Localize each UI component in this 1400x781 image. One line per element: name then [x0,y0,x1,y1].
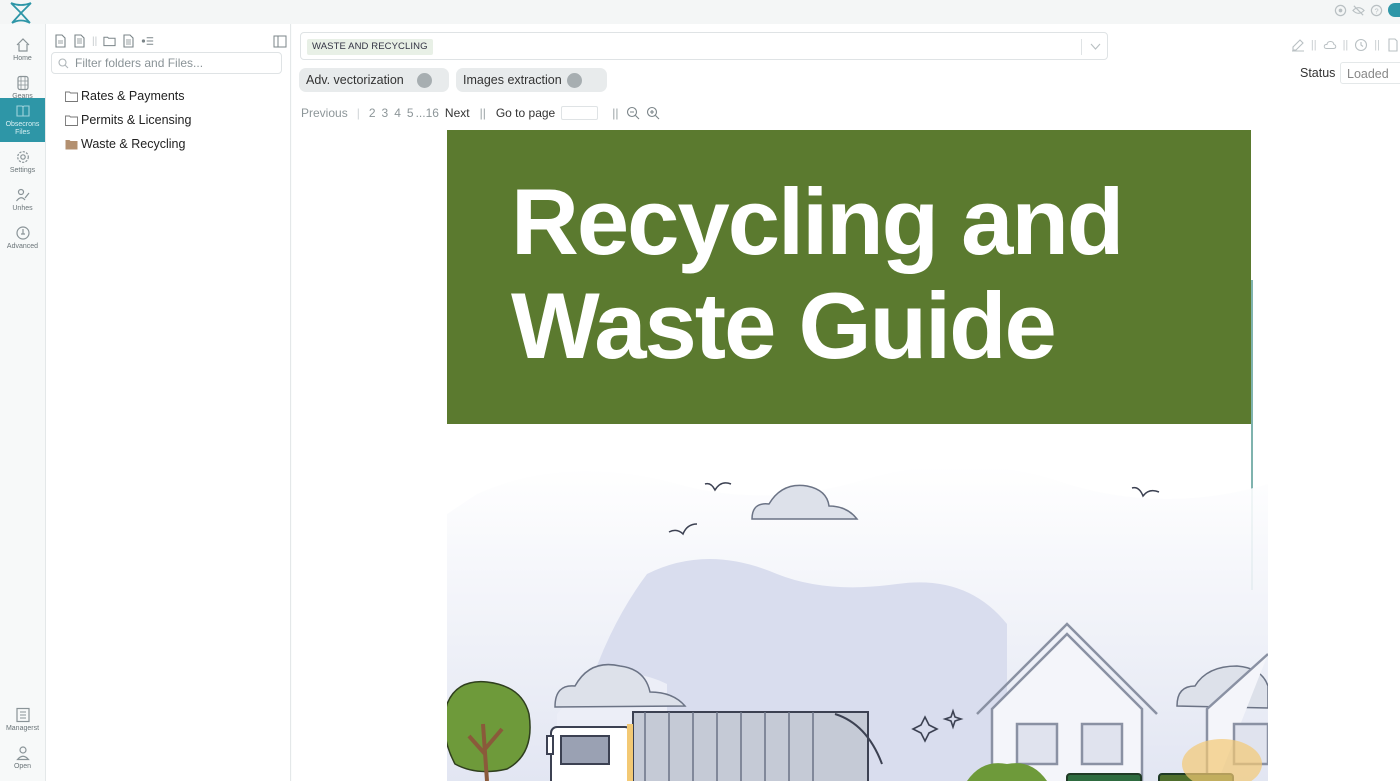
title-banner: Recycling and Waste Guide [447,130,1251,424]
pager-divider: || [612,106,619,120]
user-icon [15,746,30,761]
zoom-controls [626,106,660,120]
file-toolbar: || [54,34,154,48]
nav-advanced[interactable]: Advanced [0,216,45,260]
search-icon [58,57,69,68]
page-4-link[interactable]: 4 [394,106,401,120]
folder-icon [65,115,78,126]
files-icon [15,105,30,117]
status-label: Status [1300,66,1336,80]
tree-item-permits-licensing[interactable]: Permits & Licensing [65,108,191,132]
nav-obsecrons-files[interactable]: Obsecrons Files [0,98,45,142]
tree-item-rates-payments[interactable]: Rates & Payments [65,84,191,108]
gear-icon [16,151,29,163]
filter-input[interactable] [75,56,275,70]
chevron-down-icon[interactable] [1090,42,1101,51]
clock-icon[interactable] [1354,38,1368,52]
goto-page-input[interactable] [561,106,599,120]
document-page: Recycling and Waste Guide [447,130,1268,781]
tree-item-label: Rates & Payments [81,89,185,103]
nav-unhes-label: Unhes [12,205,33,212]
nav-managerst-label: Managerst [5,725,40,732]
top-bar: ? [0,0,1400,24]
folder-tree: Rates & Payments Permits & Licensing Was… [65,84,191,156]
pagination: Previous | 2 3 4 5 ...16 Next || Go to p… [301,106,660,120]
document-title: Recycling and Waste Guide [511,170,1211,378]
nav-open-label: Open [13,763,32,770]
tree-item-label: Waste & Recycling [81,137,186,151]
pager-divider: | [356,106,360,120]
select-divider [1081,39,1082,55]
top-icons: ? [1334,3,1400,17]
adv-vectorization-label: Adv. vectorization [306,73,404,87]
app-logo-icon[interactable] [8,1,34,25]
document-icon[interactable] [73,34,86,48]
filter-field[interactable] [51,52,282,74]
help-icon[interactable]: ? [1370,4,1383,17]
viewer-toolbar: || || || [1291,38,1400,52]
folder-icon[interactable] [103,34,116,48]
adv-vectorization-toggle[interactable]: Adv. vectorization [299,68,449,92]
status-value: Loaded [1340,62,1400,84]
info-icon [15,226,30,240]
file-panel: || Rates & Payments Permits & Licensing … [46,24,291,781]
document-chip[interactable]: WASTE AND RECYCLING [307,39,433,55]
recycling-illustration [447,465,1268,781]
toolbar-separator: || [1310,39,1317,51]
toggle-knob[interactable] [567,73,582,88]
users-icon [15,188,29,202]
images-extraction-toggle[interactable]: Images extraction [456,68,607,92]
previous-button[interactable]: Previous [301,106,348,120]
page-5-link[interactable]: 5 [407,106,414,120]
user-avatar[interactable] [1388,3,1400,17]
panel-toggle-icon[interactable] [273,35,287,48]
pager-divider: || [479,106,486,120]
edit-icon[interactable] [1291,38,1305,52]
document-select[interactable]: WASTE AND RECYCLING [300,32,1108,60]
cloud-icon[interactable] [1323,38,1337,52]
home-icon [16,38,29,52]
nav-advanced-label: Advanced [6,243,39,250]
svg-text:?: ? [1374,6,1378,15]
zoom-in-icon[interactable] [646,106,660,120]
nav-open[interactable]: Open [0,736,45,780]
new-file-icon[interactable] [54,34,67,48]
page-3-link[interactable]: 3 [382,106,389,120]
nav-obsecrons-files-label: Obsecrons Files [5,121,40,136]
zoom-out-icon[interactable] [626,106,640,120]
title-line-1: Recycling and [511,169,1124,274]
nav-home-label: Home [13,55,32,62]
nav-settings-label: Settings [9,167,36,174]
file-text-icon[interactable] [122,34,135,48]
page-16-link[interactable]: ...16 [416,106,439,120]
database-icon [16,75,29,91]
target-icon[interactable] [1334,4,1347,17]
page-2-link[interactable]: 2 [369,106,376,120]
eye-off-icon[interactable] [1352,4,1365,17]
tree-item-waste-recycling[interactable]: Waste & Recycling [65,132,191,156]
folder-icon [65,91,78,102]
goto-page-label: Go to page [495,106,556,120]
title-line-2: Waste Guide [511,273,1057,378]
next-button[interactable]: Next [445,106,470,120]
folder-filled-icon [65,139,78,149]
toggle-knob[interactable] [417,73,432,88]
manager-icon [15,707,30,723]
left-navigation: Home Geans Obsecrons Files Settings Unhe… [0,24,46,781]
document-viewer: WASTE AND RECYCLING Adv. vectorization I… [292,24,1400,781]
file-icon[interactable] [1386,38,1400,52]
list-icon[interactable] [141,34,154,48]
toolbar-separator: || [1342,39,1349,51]
toolbar-separator: || [1374,39,1380,51]
images-extraction-label: Images extraction [463,73,562,87]
tree-item-label: Permits & Licensing [81,113,192,127]
toolbar-separator: || [92,35,98,47]
